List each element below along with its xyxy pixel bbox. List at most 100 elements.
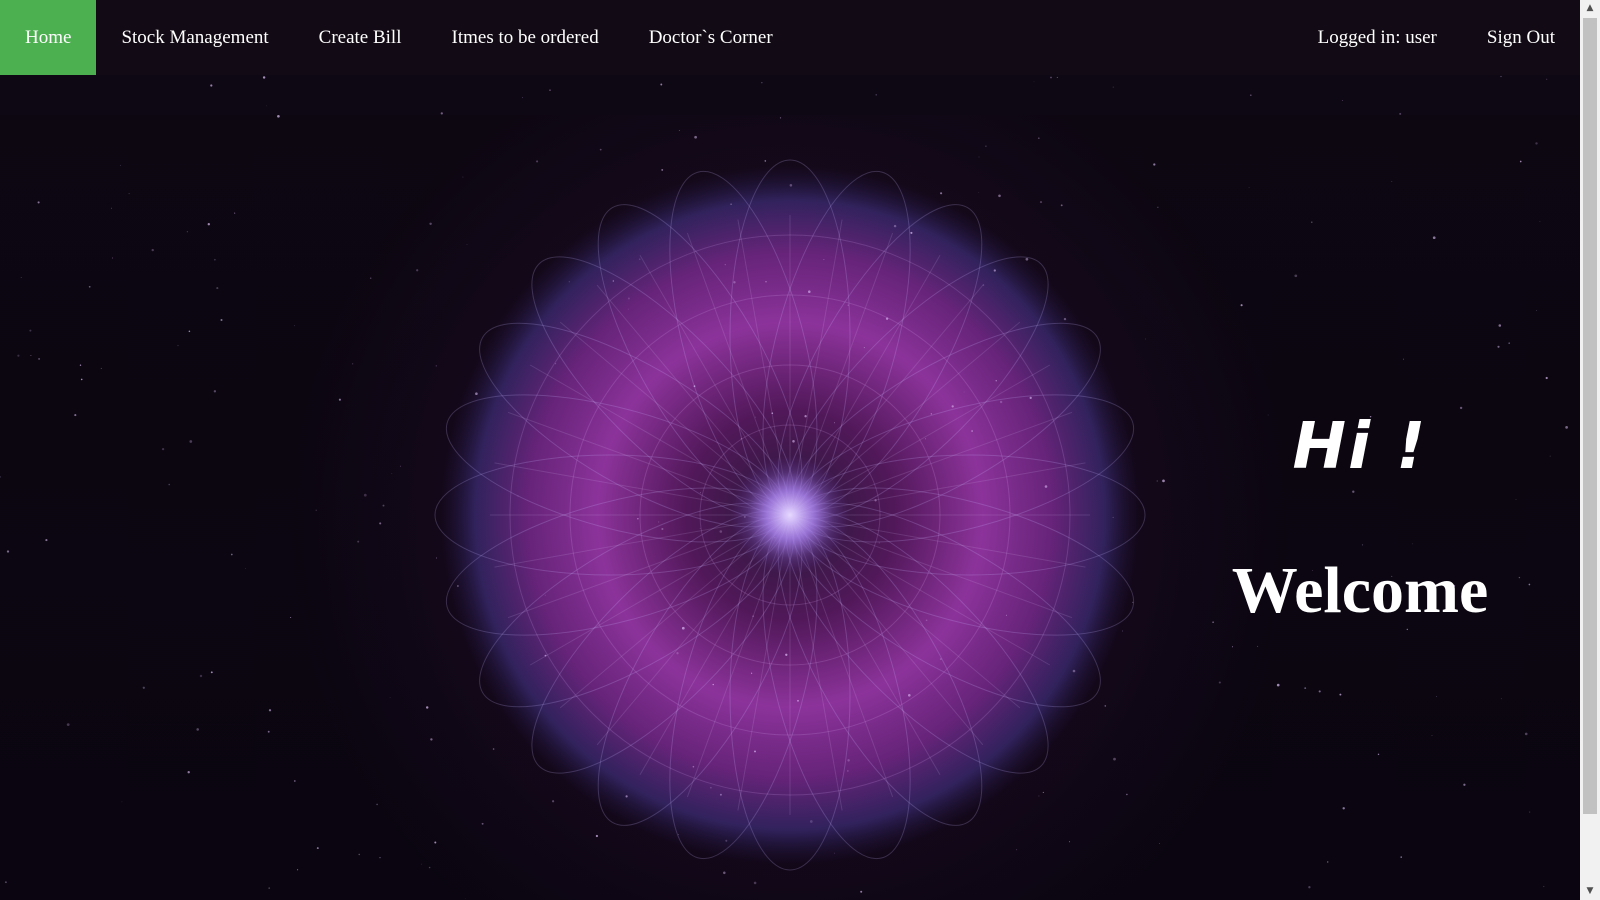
- star-dot: [752, 615, 754, 618]
- orb-core: [730, 455, 850, 575]
- star-dot: [358, 853, 360, 856]
- star-dot: [517, 495, 519, 497]
- star-dot: [1361, 544, 1364, 546]
- star-dot: [428, 866, 431, 869]
- star-dot: [724, 264, 726, 266]
- star-dot: [400, 465, 401, 467]
- star-dot: [625, 795, 628, 798]
- star-dot: [6, 550, 10, 553]
- star-dot: [930, 413, 932, 415]
- star-dot: [754, 416, 756, 418]
- star-dot: [1546, 78, 1548, 80]
- sign-out-link[interactable]: Sign Out: [1462, 0, 1580, 75]
- star-dot: [475, 392, 478, 396]
- star-dot: [177, 345, 179, 347]
- star-dot: [230, 553, 233, 556]
- vertical-scrollbar[interactable]: ▲ ▼: [1580, 0, 1600, 900]
- nav-home[interactable]: Home: [0, 0, 97, 75]
- star-dot: [1549, 455, 1551, 457]
- star-dot: [294, 325, 295, 327]
- star-dot: [555, 363, 557, 365]
- star-dot: [352, 363, 354, 365]
- nav-items-to-be-ordered[interactable]: Itmes to be ordered: [427, 0, 624, 75]
- star-dot: [1029, 396, 1032, 400]
- star-dot: [1162, 479, 1165, 483]
- star-dot: [719, 530, 723, 533]
- star-dot: [466, 244, 468, 245]
- star-dot: [363, 493, 367, 497]
- star-dot: [789, 184, 793, 187]
- nav-create-bill[interactable]: Create Bill: [294, 0, 427, 75]
- star-dot: [20, 276, 22, 278]
- star-dot: [676, 652, 679, 655]
- star-dot: [925, 619, 928, 622]
- star-dot: [1037, 137, 1040, 140]
- star-dot: [764, 160, 767, 162]
- star-dot: [661, 527, 664, 531]
- star-dot: [551, 800, 555, 803]
- star-dot: [1543, 885, 1545, 888]
- scrollbar-thumb[interactable]: [1583, 18, 1597, 814]
- star-dot: [1249, 94, 1252, 97]
- star-dot: [425, 706, 429, 709]
- star-dot: [595, 834, 599, 838]
- star-dot: [1056, 76, 1058, 78]
- star-dot: [1399, 112, 1402, 115]
- star-dot: [1231, 646, 1234, 648]
- nav-doctors-corner[interactable]: Doctor`s Corner: [624, 0, 798, 75]
- star-dot: [809, 820, 813, 823]
- star-dot: [875, 94, 877, 96]
- star-dot: [951, 405, 954, 408]
- star-dot: [771, 412, 774, 415]
- star-dot: [978, 192, 980, 193]
- star-dot: [774, 537, 776, 539]
- star-dot: [1122, 630, 1123, 632]
- star-dot: [740, 437, 743, 440]
- star-dot: [45, 539, 48, 542]
- star-dot: [1016, 849, 1018, 851]
- star-dot: [1498, 324, 1502, 327]
- star-dot: [234, 212, 236, 214]
- star-dot: [1535, 142, 1538, 145]
- triangle-down-icon[interactable]: ▼: [1580, 883, 1600, 900]
- star-dot: [316, 847, 319, 850]
- star-dot: [119, 164, 121, 166]
- star-dot: [808, 290, 811, 293]
- star-dot: [389, 697, 391, 698]
- star-dot: [910, 231, 913, 234]
- star-dot: [678, 129, 680, 131]
- star-dot: [293, 780, 296, 782]
- star-dot: [0, 476, 1, 478]
- star-dot: [521, 97, 523, 99]
- star-dot: [1005, 614, 1007, 616]
- star-dot: [699, 527, 701, 529]
- logged-in-status[interactable]: Logged in: user: [1293, 0, 1462, 75]
- star-dot: [1038, 795, 1040, 797]
- star-dot: [1436, 695, 1437, 697]
- nav-stock-management[interactable]: Stock Management: [96, 0, 293, 75]
- star-dot: [382, 504, 385, 507]
- star-dot: [429, 222, 432, 226]
- star-dot: [1352, 490, 1355, 493]
- star-dot: [1339, 693, 1342, 696]
- star-dot: [754, 750, 756, 753]
- star-dot: [391, 473, 393, 474]
- star-dot: [1508, 342, 1510, 344]
- star-dot: [1132, 601, 1134, 603]
- star-dot: [1565, 426, 1568, 429]
- star-dot: [995, 380, 997, 382]
- star-dot: [128, 193, 130, 195]
- triangle-up-icon[interactable]: ▲: [1580, 0, 1600, 17]
- star-dot: [161, 447, 165, 451]
- star-dot: [338, 398, 341, 401]
- star-dot: [710, 786, 712, 789]
- star-dot: [1311, 221, 1313, 223]
- star-dot: [1463, 783, 1466, 786]
- star-dot: [792, 440, 795, 443]
- star-dot: [847, 770, 849, 772]
- star-dot: [985, 145, 987, 147]
- star-dot: [199, 674, 203, 678]
- star-dot: [637, 518, 639, 520]
- star-dot: [379, 857, 381, 859]
